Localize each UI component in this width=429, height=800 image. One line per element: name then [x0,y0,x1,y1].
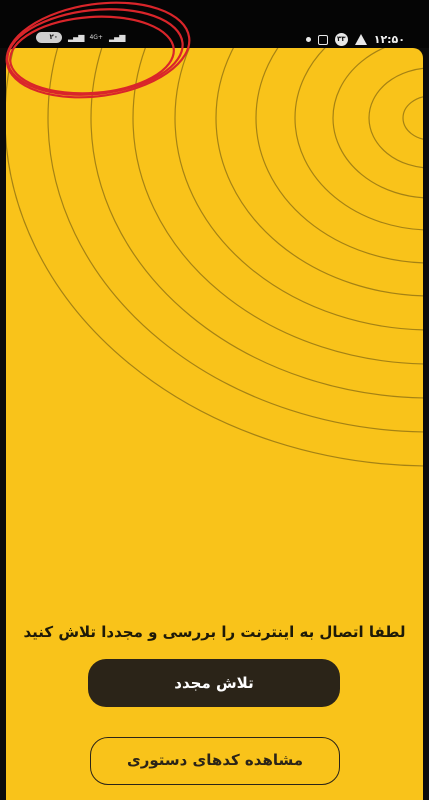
status-time: ۱۲:۵۰ [373,33,405,46]
app-screen: لطفا اتصال به اینترنت را بررسی و مجددا ت… [6,48,423,800]
screenshot-icon [317,34,328,45]
warning-icon [354,34,367,45]
retry-button[interactable]: تلاش مجدد [88,659,340,707]
network-type-label: 4G+ [89,33,103,41]
status-right-group: ۳۳ ۱۲:۵۰ [305,33,405,46]
status-bar: ۲۰ ▂▄▆ 4G+ ▂▄▆ ۳۳ ۱۲:۵۰ [0,0,429,48]
signal-strength-icon: ▂▄▆ [68,33,85,42]
notification-dot-icon [305,37,311,42]
signal-strength-icon-2: ▂▄▆ [108,33,126,42]
connection-error-message: لطفا اتصال به اینترنت را بررسی و مجددا ت… [23,623,406,641]
view-commands-button[interactable]: مشاهده کدهای دستوری [90,737,340,785]
battery-icon: ۲۰ [36,32,62,43]
status-left-group: ۲۰ ▂▄▆ 4G+ ▂▄▆ [36,32,126,43]
app-notification-icon: ۳۳ [334,33,348,46]
